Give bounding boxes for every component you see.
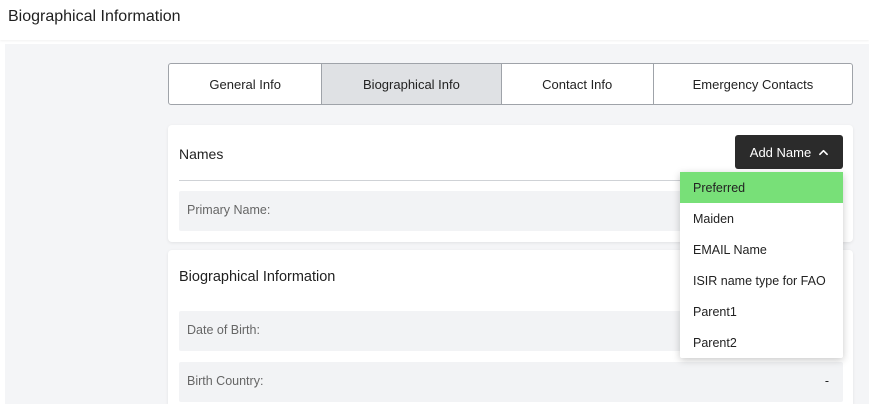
tab-contact-info[interactable]: Contact Info (502, 64, 654, 104)
add-name-label: Add Name (749, 144, 812, 160)
menu-item-isir-name-type[interactable]: ISIR name type for FAO (680, 265, 843, 296)
tab-emergency-contacts[interactable]: Emergency Contacts (654, 64, 852, 104)
menu-item-maiden[interactable]: Maiden (680, 203, 843, 234)
tab-biographical-info[interactable]: Biographical Info (322, 64, 502, 104)
field-label: Date of Birth: (187, 323, 260, 337)
add-name-dropdown-menu: Preferred Maiden EMAIL Name ISIR name ty… (680, 172, 843, 358)
field-label: Primary Name: (187, 203, 271, 217)
page-title: Biographical Information (8, 8, 181, 25)
menu-item-parent2[interactable]: Parent2 (680, 327, 843, 358)
field-row-birth-country: Birth Country: - (179, 362, 843, 402)
menu-item-email-name[interactable]: EMAIL Name (680, 234, 843, 265)
menu-item-preferred[interactable]: Preferred (680, 172, 843, 203)
field-label: Birth Country: (187, 374, 264, 388)
names-title: Names (179, 146, 224, 162)
chevron-up-icon (819, 149, 829, 155)
field-value: - (824, 374, 829, 388)
tab-bar: General Info Biographical Info Contact I… (168, 63, 853, 105)
biographical-info-title: Biographical Information (179, 269, 336, 285)
add-name-button[interactable]: Add Name (735, 135, 843, 169)
page-header: Biographical Information (0, 0, 869, 40)
menu-item-parent1[interactable]: Parent1 (680, 296, 843, 327)
tab-general-info[interactable]: General Info (169, 64, 323, 104)
